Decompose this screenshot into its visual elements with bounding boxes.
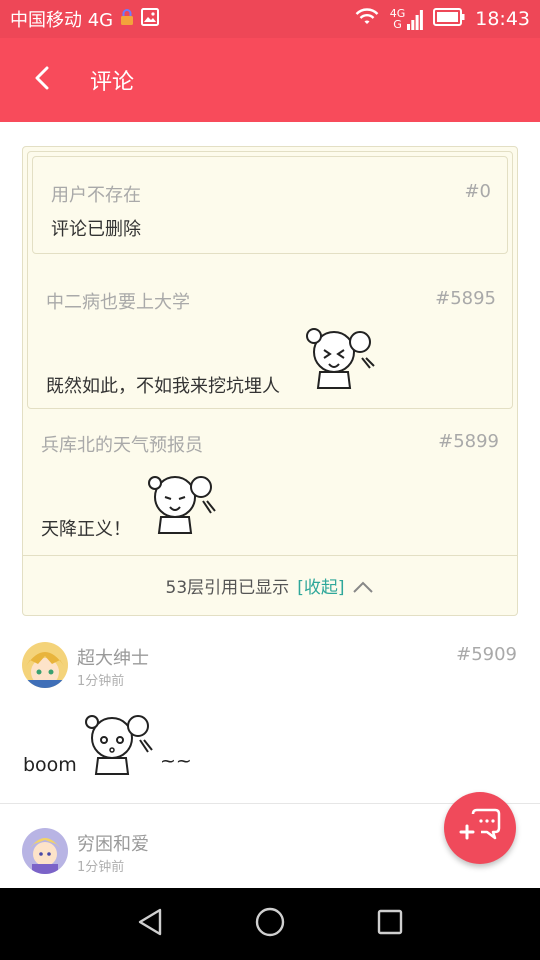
quote-text: 既然如此，不如我来挖坑埋人: [46, 376, 280, 397]
nav-home-button[interactable]: [240, 894, 300, 954]
back-button[interactable]: [0, 38, 84, 122]
carrier-label: 中国移动 4G: [10, 10, 114, 31]
comment-text: boom: [23, 754, 77, 776]
chevron-up-icon[interactable]: [352, 579, 374, 593]
comment-time: 1分钟前: [77, 674, 125, 689]
cellular-signal-icon: 4G G: [390, 8, 424, 30]
add-comment-icon: [459, 808, 501, 848]
clock: 18:43: [475, 8, 530, 30]
comment-floor: #5909: [456, 644, 517, 665]
quote-text: 评论已删除: [51, 219, 141, 240]
comment-user[interactable]: 穷困和爱: [77, 830, 149, 856]
comment-text: ~~: [160, 750, 192, 772]
quote-box-5895: 用户不存在 #0 评论已删除 中二病也要上大学 #5895 既然如此，不如我来挖…: [27, 151, 513, 409]
wifi-icon: [354, 7, 380, 31]
quote-count-text: 53层引用已显示: [165, 578, 290, 598]
comment-user[interactable]: 超大绅士: [77, 644, 149, 670]
battery-icon: [433, 7, 465, 31]
quote-user: 兵库北的天气预报员: [41, 435, 203, 456]
quote-user: 中二病也要上大学: [46, 292, 190, 313]
sticker-image: [304, 324, 378, 390]
nav-recents-button[interactable]: [360, 894, 420, 954]
lock-icon: [119, 8, 135, 31]
app-bar: 评论: [0, 38, 540, 122]
signal-type-bottom: G: [393, 18, 402, 31]
collapse-quotes-link[interactable]: [收起]: [297, 573, 344, 598]
nav-back-button[interactable]: [120, 894, 180, 954]
quote-box-0: 用户不存在 #0 评论已删除: [32, 156, 508, 254]
quote-floor: #0: [464, 181, 491, 202]
circle-home-icon: [255, 907, 285, 941]
comment-list[interactable]: 用户不存在 #0 评论已删除 中二病也要上大学 #5895 既然如此，不如我来挖…: [0, 122, 540, 888]
sticker-image: [80, 710, 156, 776]
quote-chain: 用户不存在 #0 评论已删除 中二病也要上大学 #5895 既然如此，不如我来挖…: [22, 146, 518, 616]
quote-user: 用户不存在: [51, 185, 141, 206]
system-navigation-bar: [0, 888, 540, 960]
sticker-image: [141, 469, 219, 535]
quote-floor: #5895: [435, 288, 496, 309]
square-recents-icon: [377, 909, 403, 939]
add-comment-button[interactable]: [444, 792, 516, 864]
avatar[interactable]: [22, 828, 68, 874]
comment-time: 1分钟前: [77, 860, 125, 875]
quote-footer: 53层引用已显示 [收起]: [23, 555, 517, 615]
avatar[interactable]: [22, 642, 68, 688]
status-bar: 中国移动 4G 4G G 18:43: [0, 0, 540, 38]
page-title: 评论: [90, 70, 135, 95]
quote-text: 天降正义！: [41, 519, 131, 540]
triangle-back-icon: [137, 908, 163, 940]
quote-floor: #5899: [438, 431, 499, 452]
image-notification-icon: [141, 7, 160, 31]
back-arrow-icon: [32, 66, 52, 94]
comment-item[interactable]: 超大绅士 1分钟前 #5909 boom ~~: [0, 634, 540, 802]
